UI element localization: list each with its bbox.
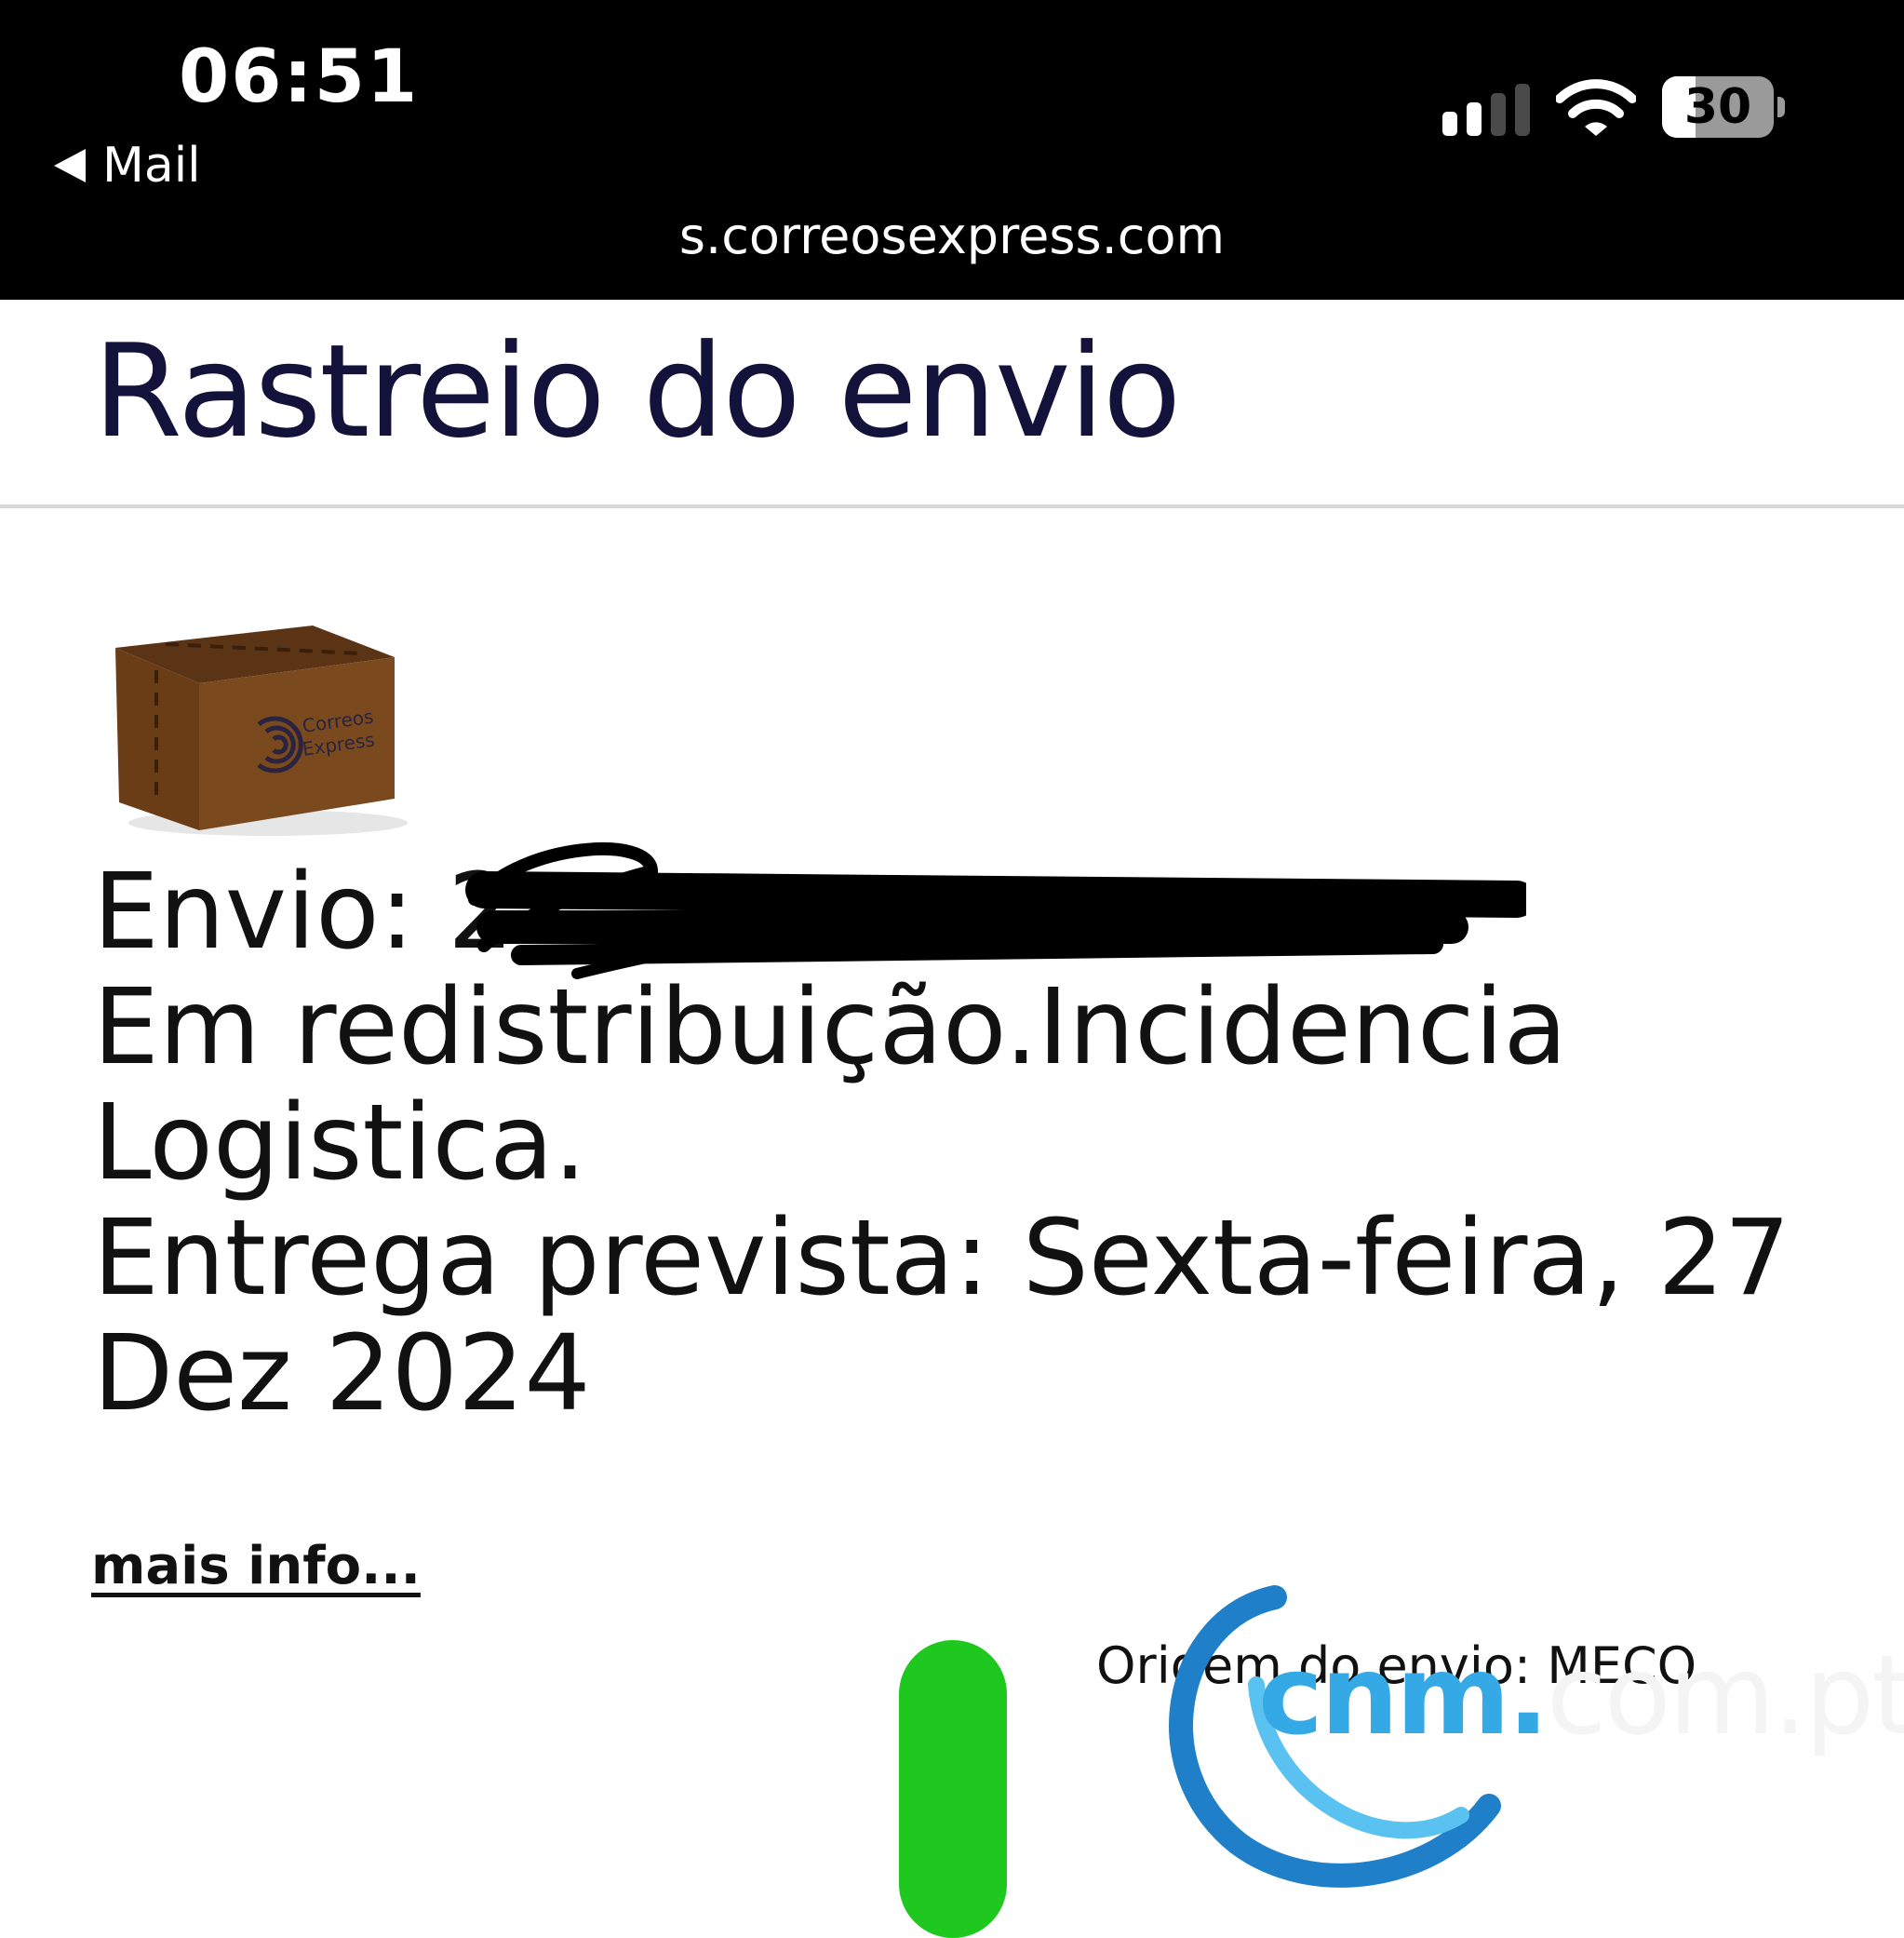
status-bar: 06:51 Mail 30 s.correosexpress.com [0,0,1904,300]
more-info-link[interactable]: mais info... [91,1536,421,1596]
page-title: Rastreio do envio [93,316,1181,466]
watermark-text: cnm.com.pt [1258,1631,1904,1759]
redaction-scribble [465,842,1526,979]
status-line-2: Logistica. [93,1083,587,1204]
watermark-brand: cnm. [1258,1631,1549,1759]
delivery-line-1: Entrega prevista: Sexta-feira, 27 [93,1198,1790,1319]
package-box-image: Correos Express [115,626,408,836]
watermark-suffix: com.pt [1546,1631,1904,1759]
battery-cap [1777,97,1785,117]
status-time: 06:51 [179,35,420,119]
divider [0,505,1904,508]
delivery-line-2: Dez 2024 [93,1313,591,1434]
wifi-icon [1556,79,1636,136]
back-to-mail-button[interactable]: Mail [54,138,201,194]
back-arrow-icon [54,149,86,182]
battery-icon: 30 [1662,76,1774,138]
status-line-1: Em redistribuição.Incidencia [93,967,1568,1088]
progress-indicator [899,1640,1007,1938]
address-bar-url[interactable]: s.correosexpress.com [0,207,1904,265]
back-label: Mail [102,138,201,194]
cellular-signal-icon [1442,84,1530,136]
battery-level: 30 [1683,79,1752,135]
